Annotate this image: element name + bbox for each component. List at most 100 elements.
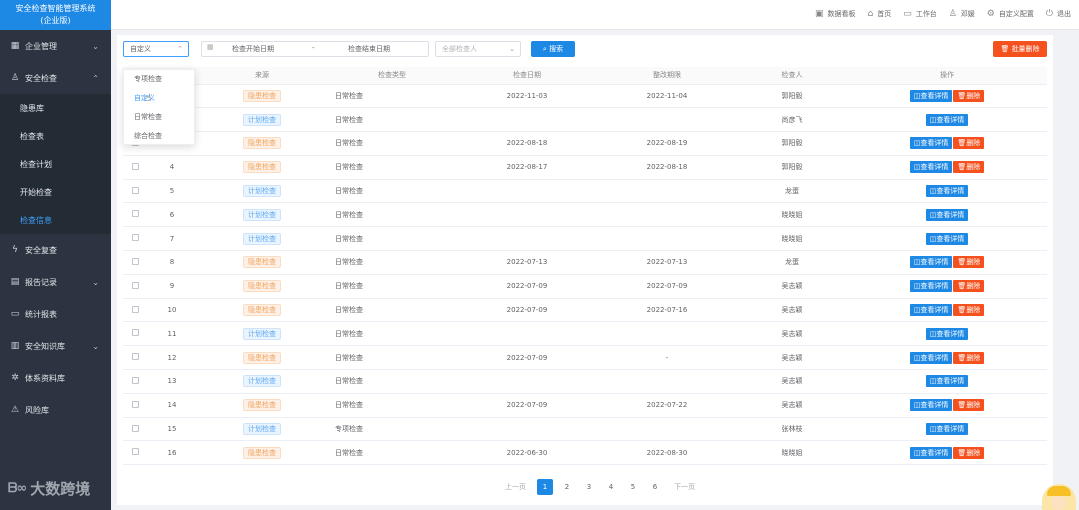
sidebar-subitem-start-inspection[interactable]: 开始检查 — [0, 178, 111, 206]
delete-button[interactable]: 🗑删除 — [953, 304, 985, 317]
page-1[interactable]: 1 — [537, 479, 553, 495]
sidebar-item-system-docs[interactable]: ✲ 体系资料库 — [0, 362, 111, 394]
view-details-button[interactable]: ◫查看详情 — [909, 137, 953, 150]
row-checkbox[interactable] — [131, 353, 139, 361]
watermark: ᗷ∞ 大数跨境 — [8, 478, 90, 499]
row-checkbox[interactable] — [131, 448, 139, 456]
row-checkbox-cell — [123, 345, 147, 371]
row-checkbox[interactable] — [131, 400, 139, 408]
nav-dashboard[interactable]: ▣ 数据看板 — [815, 9, 856, 19]
inspector-select[interactable]: 全部检查人 ⌄ — [435, 41, 521, 57]
row-checkbox[interactable] — [131, 424, 139, 432]
row-inspector: 吴志颖 — [737, 274, 847, 299]
row-actions: ◫查看详情 🗑删除 — [847, 440, 1047, 466]
view-details-button[interactable]: ◫查看详情 — [925, 113, 969, 126]
sidebar-item-safety-inspection[interactable]: ♙ 安全检查 ⌃ — [0, 62, 111, 94]
view-details-button[interactable]: ◫查看详情 — [925, 185, 969, 198]
view-details-button[interactable]: ◫查看详情 — [909, 161, 953, 174]
sidebar-item-statistics[interactable]: ▭ 统计报表 — [0, 298, 111, 330]
row-checkbox[interactable] — [131, 376, 139, 384]
sidebar-subitem-hazard-library[interactable]: 隐患库 — [0, 94, 111, 122]
page-3[interactable]: 3 — [581, 479, 597, 495]
dropdown-option-custom[interactable]: 自定义 — [124, 89, 194, 108]
delete-button[interactable]: 🗑删除 — [953, 280, 985, 293]
row-checkbox[interactable] — [131, 210, 139, 218]
row-checkbox[interactable] — [131, 186, 139, 194]
row-source-cell: 计划检查 — [197, 321, 327, 347]
trash-icon: 🗑 — [957, 448, 967, 457]
row-inspector: 吴志颖 — [737, 393, 847, 418]
row-inspector: 张林枝 — [737, 417, 847, 442]
delete-button[interactable]: 🗑删除 — [953, 161, 985, 174]
row-checkbox[interactable] — [131, 281, 139, 289]
sidebar-item-label: 安全复查 — [25, 245, 57, 255]
table-body: 隐患检查 日常检查 2022-11-03 2022-11-04 郭阳毅 ◫查看详情 🗑删除计… — [123, 84, 1047, 466]
table-row: 隐患检查 日常检查 2022-08-18 2022-08-19 郭阳毅 ◫查看详情 🗑删除 — [123, 131, 1047, 156]
row-actions: ◫查看详情 — [847, 179, 1047, 204]
sidebar-item-knowledge-base[interactable]: ▥ 安全知识库 ⌄ — [0, 330, 111, 362]
dropdown-option-comprehensive[interactable]: 综合检查 — [124, 127, 194, 146]
row-type: 日常检查 — [327, 250, 457, 275]
sidebar-item-enterprise[interactable]: ▦ 企业管理 ⌄ — [0, 30, 111, 62]
view-details-button[interactable]: ◫查看详情 — [909, 256, 953, 269]
page-2[interactable]: 2 — [559, 479, 575, 495]
page-5[interactable]: 5 — [625, 479, 641, 495]
row-checkbox[interactable] — [131, 234, 139, 242]
next-page-button[interactable]: 下一页 — [674, 482, 695, 492]
dropdown-option-special[interactable]: 专项检查 — [124, 70, 194, 89]
nav-label: 首页 — [877, 10, 892, 18]
prev-page-button[interactable]: 上一页 — [505, 482, 526, 492]
nav-user[interactable]: ♙ 邓媛 — [949, 9, 975, 19]
dropdown-option-daily[interactable]: 日常检查 — [124, 108, 194, 127]
power-icon: ⏻ — [1045, 9, 1053, 19]
nav-workbench[interactable]: ▭ 工作台 — [903, 9, 937, 19]
view-details-button[interactable]: ◫查看详情 — [909, 351, 953, 364]
view-details-button[interactable]: ◫查看详情 — [909, 304, 953, 317]
batch-delete-button[interactable]: 🗑 批量删除 — [993, 41, 1047, 57]
row-type: 日常检查 — [327, 155, 457, 180]
row-checkbox[interactable] — [131, 329, 139, 337]
delete-button[interactable]: 🗑删除 — [953, 89, 985, 102]
start-date-input[interactable]: 检查开始日期 — [232, 44, 274, 54]
nav-custom-config[interactable]: ⚙ 自定义配置 — [987, 9, 1034, 19]
row-actions: ◫查看详情 — [847, 226, 1047, 252]
delete-button[interactable]: 🗑删除 — [953, 399, 985, 412]
end-date-input[interactable]: 检查结束日期 — [348, 44, 390, 54]
sidebar-subitem-checklist[interactable]: 检查表 — [0, 122, 111, 150]
inspection-type-select[interactable]: 自定义 ⌃ — [123, 41, 189, 57]
view-details-button[interactable]: ◫查看详情 — [925, 208, 969, 221]
sidebar-subitem-inspection-plan[interactable]: 检查计划 — [0, 150, 111, 178]
delete-button[interactable]: 🗑删除 — [953, 446, 985, 459]
row-inspector: 郭阳毅 — [737, 155, 847, 180]
delete-button[interactable]: 🗑删除 — [953, 256, 985, 269]
sidebar-item-risk-library[interactable]: ⚠ 风险库 — [0, 394, 111, 426]
delete-button[interactable]: 🗑删除 — [953, 137, 985, 150]
page-6[interactable]: 6 — [647, 479, 663, 495]
assistant-avatar[interactable] — [1042, 484, 1076, 510]
date-range-picker[interactable]: ▦ 检查开始日期 - 检查结束日期 — [201, 41, 429, 57]
nav-logout[interactable]: ⏻ 退出 — [1046, 9, 1071, 19]
row-inspector: 晓晓姐 — [737, 440, 847, 466]
nav-label: 自定义配置 — [998, 10, 1034, 18]
view-details-button[interactable]: ◫查看详情 — [909, 280, 953, 293]
row-checkbox[interactable] — [131, 305, 139, 313]
sidebar-item-safety-review[interactable]: ϟ 安全复查 — [0, 234, 111, 266]
nav-home[interactable]: ⌂ 首页 — [867, 9, 891, 19]
search-button[interactable]: ⌕ 搜索 — [531, 41, 575, 57]
view-details-button[interactable]: ◫查看详情 — [925, 375, 969, 388]
row-checkbox[interactable] — [131, 162, 139, 170]
sidebar-item-report-records[interactable]: ▤ 报告记录 ⌄ — [0, 266, 111, 298]
page-4[interactable]: 4 — [603, 479, 619, 495]
view-details-button[interactable]: ◫查看详情 — [909, 399, 953, 412]
view-details-button[interactable]: ◫查看详情 — [925, 423, 969, 436]
watermark-text: 大数跨境 — [30, 480, 91, 498]
sidebar-subitem-inspection-info[interactable]: 检查信息 — [0, 206, 111, 234]
view-details-button[interactable]: ◫查看详情 — [925, 232, 969, 245]
row-checkbox[interactable] — [131, 257, 139, 265]
view-details-button[interactable]: ◫查看详情 — [909, 446, 953, 459]
delete-button[interactable]: 🗑删除 — [953, 351, 985, 364]
view-details-button[interactable]: ◫查看详情 — [925, 327, 969, 340]
row-actions-group: ◫查看详情 — [847, 185, 1047, 198]
table-row: 12 隐患检查 日常检查 2022-07-09- 吴志颖 ◫查看详情 🗑删除 — [123, 345, 1047, 371]
view-details-button[interactable]: ◫查看详情 — [909, 89, 953, 102]
